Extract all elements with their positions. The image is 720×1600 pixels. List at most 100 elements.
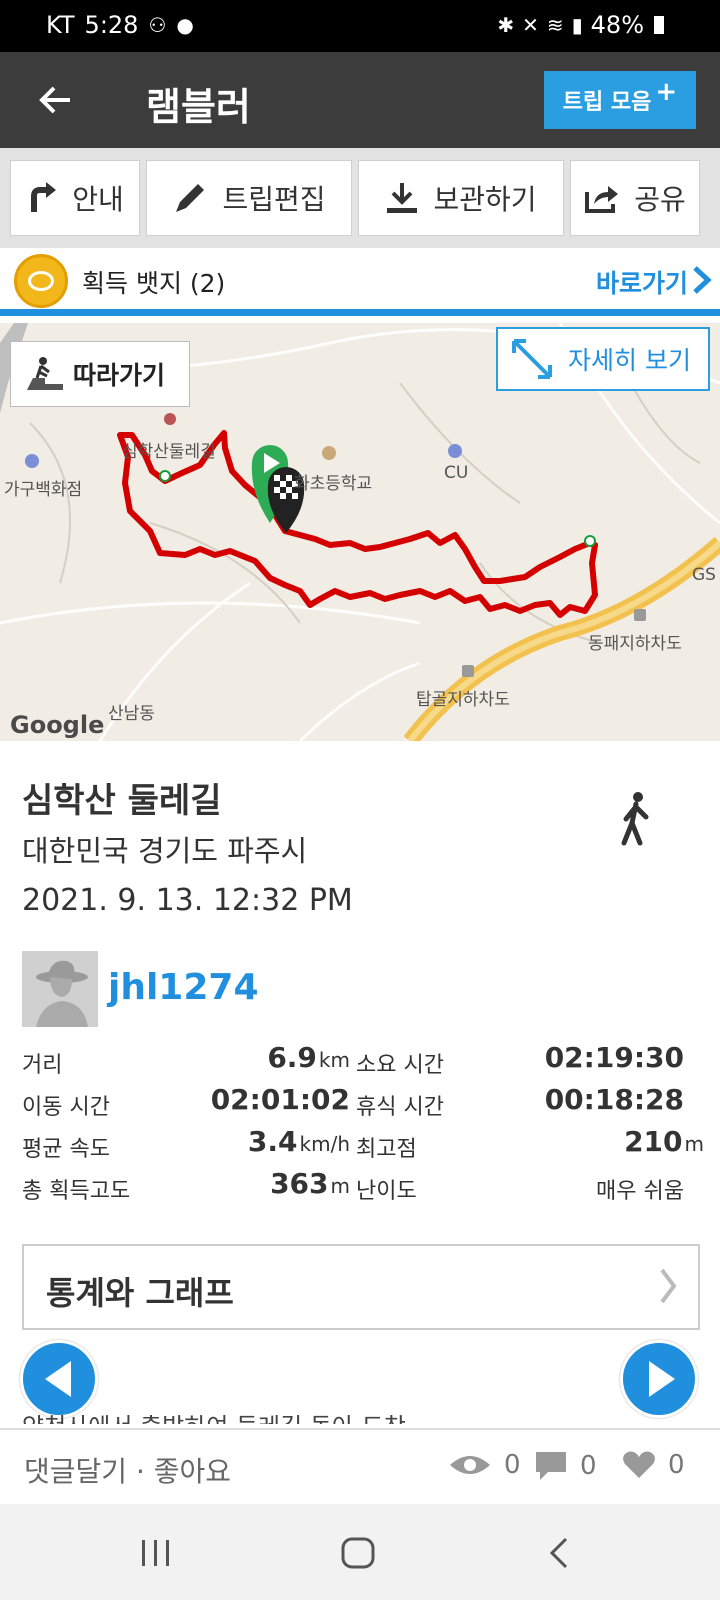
map-label-furniture: 가구백화점 [4, 480, 83, 500]
app-bar: 램블러 트립 모음 + [0, 52, 720, 148]
goto-link[interactable]: 바로가기 [596, 264, 688, 300]
map-label-cu: CU [444, 463, 469, 483]
map-label-tapgol: 탑골지하차도 [416, 690, 510, 710]
elevation-gain-number: 363 [270, 1167, 329, 1200]
guide-label: 안내 [72, 183, 124, 216]
map-label-gs: GS [692, 565, 716, 585]
follow-button[interactable]: 따라가기 [10, 341, 190, 407]
share-icon [585, 186, 619, 213]
comments-count: 0 [534, 1450, 597, 1482]
map-label-sannam: 산남동 [108, 704, 155, 724]
carrier-label: KT [46, 11, 75, 39]
trip-date: 2021. 9. 13. 12:32 PM [22, 883, 353, 918]
map-label-dongpae: 동패지하차도 [588, 634, 682, 654]
chevron-right-icon [693, 266, 712, 294]
view-detail-button[interactable]: 자세히 보기 [496, 327, 710, 391]
max-altitude-value: 210 m [624, 1125, 704, 1158]
back-arrow-icon[interactable] [36, 80, 76, 120]
previous-trip-button[interactable] [20, 1340, 98, 1418]
distance-unit: km [318, 1048, 350, 1072]
save-button[interactable]: 보관하기 [358, 160, 564, 236]
view-detail-label: 자세히 보기 [568, 346, 691, 375]
chevron-right-icon [660, 1268, 677, 1304]
battery-icon [654, 16, 664, 34]
mute-icon: ✕ [522, 13, 539, 37]
trip-collection-button[interactable]: 트립 모음 + [544, 71, 696, 129]
trip-description: 약천사에서 출발하여 둘레길 돌아 도착 [22, 1410, 702, 1424]
max-altitude-label: 최고점 [356, 1137, 417, 1162]
clock: 5:28 [84, 11, 139, 39]
views-number: 0 [504, 1450, 521, 1480]
share-label: 공유 [634, 183, 686, 216]
avg-speed-value: 3.4 km/h [248, 1125, 350, 1158]
trip-collection-label: 트립 모음 [562, 90, 652, 115]
triangle-right-icon [649, 1361, 675, 1397]
back-icon[interactable] [548, 1536, 570, 1570]
triangle-left-icon [45, 1361, 71, 1397]
guide-button[interactable]: 안내 [10, 160, 140, 236]
recent-apps-icon[interactable] [140, 1538, 172, 1568]
trip-title: 심학산 둘레길 [22, 781, 222, 821]
distance-label: 거리 [22, 1053, 63, 1078]
distance-value: 6.9 km [267, 1041, 350, 1074]
app-title: 램블러 [146, 85, 251, 129]
distance-number: 6.9 [267, 1041, 317, 1074]
badge-medal-icon [14, 254, 68, 308]
views-count: 0 [448, 1450, 521, 1480]
moving-time-value: 02:01:02 [210, 1083, 350, 1116]
route-map[interactable]: 심학산둘레길 가구백화점 화초등학교 CU GS 동패지하차도 탑골지하차도 산… [0, 323, 720, 741]
badge-bar[interactable]: 획득 뱃지 (2) 바로가기 [0, 248, 720, 316]
eye-icon [450, 1456, 490, 1474]
stats-graphs-button[interactable]: 통계와 그래프 [22, 1244, 700, 1330]
follow-label: 따라가기 [73, 361, 166, 390]
user-silhouette-icon [36, 960, 88, 1027]
share-button[interactable]: 공유 [570, 160, 700, 236]
map-label-school: 화초등학교 [294, 474, 373, 494]
google-attribution: Google [10, 711, 105, 739]
duration-label: 소요 시간 [356, 1053, 444, 1078]
comment-like-link[interactable]: 댓글달기 · 좋아요 [24, 1450, 231, 1490]
wifi-icon: ≋ [546, 13, 564, 37]
speech-bubble-icon [536, 1452, 566, 1480]
max-altitude-number: 210 [624, 1125, 683, 1158]
plus-icon: + [655, 77, 678, 107]
difficulty-label: 난이도 [356, 1179, 417, 1204]
likes-number: 0 [668, 1450, 685, 1480]
moving-time-label: 이동 시간 [22, 1095, 110, 1120]
elevation-gain-value: 363 m [270, 1167, 350, 1200]
chat-bubble-icon: ● [176, 13, 194, 37]
save-label: 보관하기 [433, 183, 537, 216]
stats-graphs-label: 통계와 그래프 [46, 1274, 234, 1312]
comments-number: 0 [580, 1451, 597, 1481]
username-link[interactable]: jhl1274 [108, 967, 259, 1008]
elevation-gain-unit: m [330, 1174, 350, 1198]
home-icon[interactable] [340, 1536, 376, 1570]
rest-time-label: 휴식 시간 [356, 1095, 444, 1120]
avg-speed-unit: km/h [299, 1132, 350, 1156]
edit-trip-label: 트립편집 [222, 183, 326, 216]
map-label-trail: 심학산둘레길 [122, 442, 216, 462]
turn-arrow-icon [31, 182, 57, 212]
avatar[interactable] [22, 951, 98, 1027]
stats-row: 거리 6.9 km 소요 시간 02:19:30 [0, 1037, 720, 1079]
avg-speed-number: 3.4 [247, 1125, 298, 1158]
next-trip-button[interactable] [620, 1340, 698, 1418]
stats-row: 총 획득고도 363 m 난이도 매우 쉬움 [0, 1163, 720, 1205]
comment-like-bar: 댓글달기 · 좋아요 0 0 0 [0, 1428, 720, 1504]
status-bar: KT 5:28 ⚇ ● ✱ ✕ ≋ ▮ 48% [0, 0, 720, 52]
duration-value: 02:19:30 [544, 1041, 684, 1074]
rest-time-value: 00:18:28 [544, 1083, 684, 1116]
action-toolbar: 안내 트립편집 보관하기 공유 [0, 148, 720, 248]
pencil-icon [176, 184, 205, 212]
expand-arrows-icon [512, 339, 552, 379]
walking-person-icon [621, 792, 649, 846]
climbing-person-icon [27, 357, 63, 390]
elevation-gain-label: 총 획득고도 [22, 1179, 131, 1204]
signal-icon: ▮ [571, 13, 583, 37]
bluetooth-icon: ✱ [497, 13, 515, 37]
heart-icon [623, 1451, 655, 1478]
avg-speed-label: 평균 속도 [22, 1137, 110, 1162]
notification-icon: ⚇ [148, 13, 167, 37]
badge-count-label: 획득 뱃지 (2) [82, 269, 226, 298]
edit-trip-button[interactable]: 트립편집 [146, 160, 352, 236]
